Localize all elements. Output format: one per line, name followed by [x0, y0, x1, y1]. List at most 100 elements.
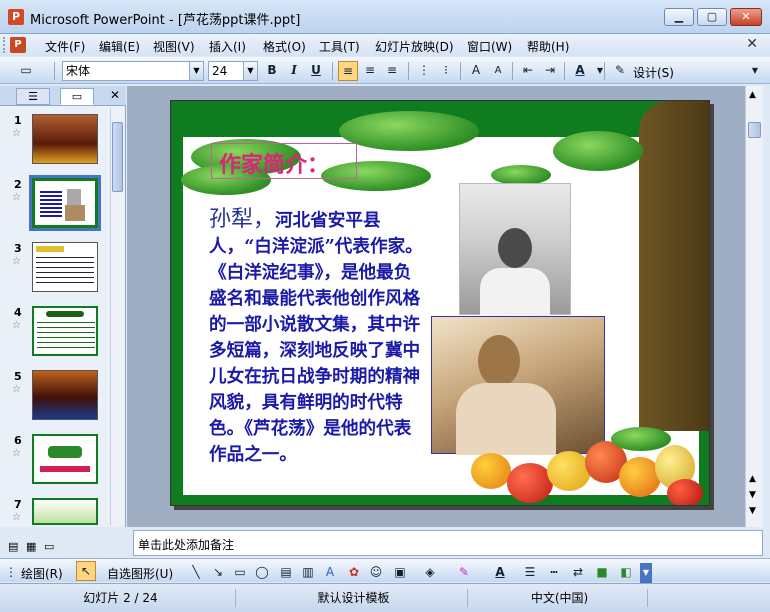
chevron-down-icon[interactable]: ▼ — [189, 62, 203, 80]
slide-thumbnail-row[interactable]: 6 ☆ — [0, 434, 110, 496]
numbering-icon[interactable]: ⋮ — [414, 61, 434, 81]
align-right-icon[interactable]: ≡ — [382, 61, 402, 81]
maximize-button[interactable]: ▢ — [697, 8, 727, 26]
arrow-style-icon[interactable]: ⇄ — [568, 563, 588, 583]
slide-canvas[interactable]: 作家简介： 孙犁，河北省安平县人，“白洋淀派”代表作家。《白洋淀纪事》，是他最负… — [170, 100, 710, 506]
menu-view[interactable]: 视图(V) — [150, 37, 198, 56]
slide-thumbnail[interactable] — [32, 498, 98, 525]
autoshapes-button[interactable]: 自选图形(U) — [104, 564, 176, 583]
toolbar-separator — [564, 62, 565, 80]
slideshow-icon[interactable]: ▭ — [44, 540, 54, 553]
design-button[interactable]: 设计(S) — [630, 63, 677, 82]
3d-style-icon[interactable]: ◧ — [616, 563, 636, 583]
minimize-button[interactable]: ▁ — [664, 8, 694, 26]
shadow-icon[interactable]: ■ — [592, 563, 612, 583]
textbox-icon[interactable]: ▤ — [276, 563, 296, 583]
slide-thumbnail[interactable] — [32, 370, 98, 420]
slide-thumbnail-row[interactable]: 3 ☆ — [0, 242, 110, 304]
bullets-icon[interactable]: ⁝ — [436, 61, 456, 81]
transition-star-icon: ☆ — [12, 448, 21, 459]
document-icon[interactable]: P — [10, 37, 26, 53]
menu-insert[interactable]: 插入(I) — [206, 37, 249, 56]
slide-thumbnail-row[interactable]: 2 ☆ — [0, 175, 110, 240]
oval-icon[interactable]: ◯ — [252, 563, 272, 583]
notes-placeholder[interactable]: 单击此处添加备注 — [138, 538, 234, 552]
menu-window[interactable]: 窗口(W) — [464, 37, 515, 56]
picture-icon[interactable]: ▣ — [390, 563, 410, 583]
toolbar-options-icon[interactable]: ▼ — [748, 61, 762, 81]
align-left-icon[interactable]: ≡ — [338, 61, 358, 81]
leaf-decoration — [339, 111, 479, 151]
decrease-font-icon[interactable]: A — [488, 61, 508, 81]
font-name-select[interactable]: 宋体 ▼ — [62, 61, 204, 81]
chevron-down-icon[interactable]: ▼ — [243, 62, 257, 80]
decrease-indent-icon[interactable]: ⇤ — [518, 61, 538, 81]
slide-body-text[interactable]: 孙犁，河北省安平县人，“白洋淀派”代表作家。《白洋淀纪事》，是他最负盛名和最能代… — [209, 207, 427, 468]
bold-button[interactable]: B — [262, 61, 282, 81]
diagram-icon[interactable]: ✿ — [344, 563, 364, 583]
toolbar-options-icon[interactable]: ▼ — [640, 563, 652, 583]
arrow-icon[interactable]: ↘ — [208, 563, 228, 583]
slide-thumbnail[interactable] — [32, 242, 98, 292]
menu-slideshow[interactable]: 幻灯片放映(D) — [372, 37, 457, 56]
rectangle-icon[interactable]: ▭ — [230, 563, 250, 583]
slide-thumbnail[interactable] — [32, 114, 98, 164]
font-size-value: 24 — [212, 64, 228, 78]
line-style-icon[interactable]: ☰ — [520, 563, 540, 583]
draw-menu-button[interactable]: 绘图(R) — [18, 564, 66, 583]
pane-close-icon[interactable]: ✕ — [110, 88, 120, 102]
font-color-icon[interactable]: A — [570, 61, 590, 81]
line-icon[interactable]: ╲ — [186, 563, 206, 583]
normal-view-icon[interactable]: ▤ — [8, 540, 18, 553]
chevron-down-icon[interactable]: ▼ — [590, 61, 610, 81]
scroll-down-icon[interactable]: ▼ — [749, 506, 756, 516]
line-color-icon[interactable]: ✎ — [454, 563, 474, 583]
next-slide-icon[interactable]: ▼ — [749, 490, 756, 500]
author-photo-old[interactable] — [431, 316, 605, 455]
increase-indent-icon[interactable]: ⇥ — [540, 61, 560, 81]
scroll-up-icon[interactable]: ▲ — [749, 90, 756, 100]
slide-sorter-icon[interactable]: ▦ — [26, 540, 36, 553]
slide-vertical-scrollbar[interactable]: ▲ ▲ ▼ ▼ — [745, 86, 763, 527]
menu-tools[interactable]: 工具(T) — [316, 37, 363, 56]
menu-grip[interactable] — [3, 37, 6, 53]
italic-button[interactable]: I — [284, 61, 304, 81]
slide-thumbnail-row[interactable]: 5 ☆ — [0, 370, 110, 432]
language-indicator: 中文(中国) — [472, 589, 648, 607]
new-document-icon[interactable]: ▭ — [16, 61, 36, 81]
slide-thumbnail-row[interactable]: 4 ☆ — [0, 306, 110, 368]
scrollbar-thumb[interactable] — [112, 122, 123, 192]
previous-slide-icon[interactable]: ▲ — [749, 474, 756, 484]
close-button[interactable]: ✕ — [730, 8, 762, 26]
wordart-icon[interactable]: A — [320, 563, 340, 583]
slide-thumbnail[interactable] — [32, 306, 98, 356]
document-close-icon[interactable]: ✕ — [746, 36, 758, 52]
scrollbar-thumb[interactable] — [748, 122, 761, 138]
underline-button[interactable]: U — [306, 61, 326, 81]
font-size-select[interactable]: 24 ▼ — [208, 61, 258, 81]
notes-pane[interactable]: 单击此处添加备注 — [133, 530, 763, 556]
select-pointer-icon[interactable]: ↖ — [76, 561, 96, 581]
slide-heading[interactable]: 作家简介： — [219, 147, 329, 179]
menu-file[interactable]: 文件(F) — [42, 37, 88, 56]
design-icon[interactable]: ✎ — [610, 61, 630, 81]
slide-thumbnail-row[interactable]: 1 ☆ — [0, 114, 110, 176]
menu-format[interactable]: 格式(O) — [260, 37, 309, 56]
toolbar-grip[interactable]: ⋮ — [4, 563, 18, 583]
tab-outline[interactable]: ☰ — [16, 88, 50, 105]
menu-edit[interactable]: 编辑(E) — [96, 37, 143, 56]
tab-slides[interactable]: ▭ — [60, 88, 94, 105]
align-center-icon[interactable]: ≡ — [360, 61, 380, 81]
slide-thumbnail[interactable] — [32, 434, 98, 484]
clipart-icon[interactable]: ☺ — [366, 563, 386, 583]
author-photo-young[interactable] — [459, 183, 571, 316]
font-color-icon[interactable]: A — [490, 563, 510, 583]
increase-font-icon[interactable]: A — [466, 61, 486, 81]
dash-style-icon[interactable]: ┅ — [544, 563, 564, 583]
menu-help[interactable]: 帮助(H) — [524, 37, 572, 56]
design-template-name[interactable]: 默认设计模板 — [240, 589, 468, 607]
slide-thumbnail-selected[interactable] — [29, 175, 101, 231]
fill-color-icon[interactable]: ◈ — [420, 563, 440, 583]
slides-pane-scrollbar[interactable] — [110, 108, 123, 525]
vertical-textbox-icon[interactable]: ▥ — [298, 563, 318, 583]
